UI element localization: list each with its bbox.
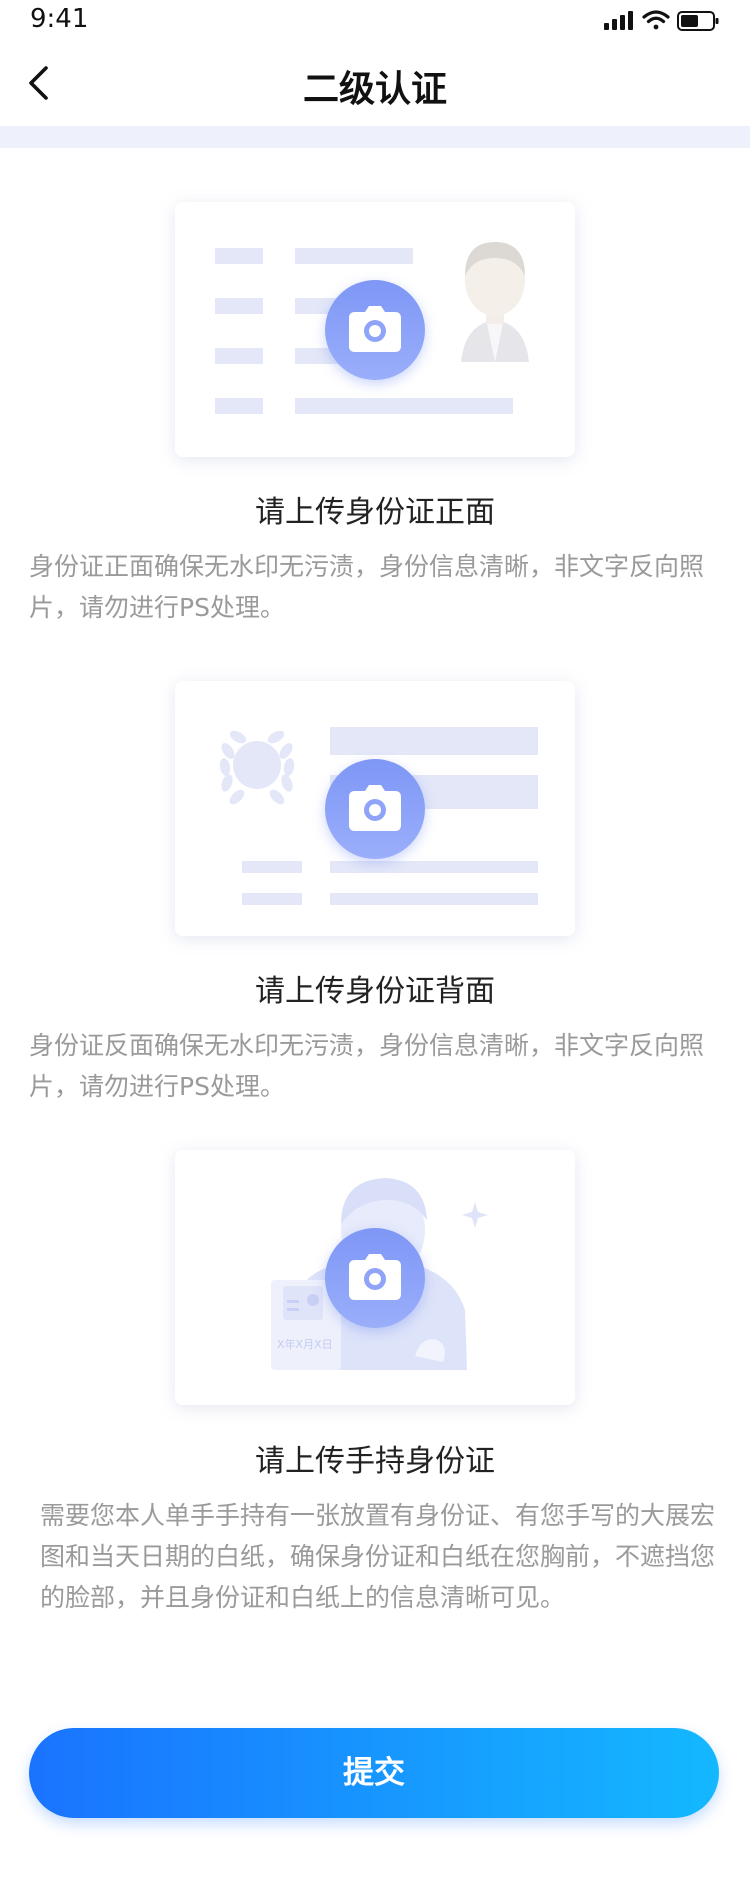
section-desc-handheld: 需要您本人单手手持有一张放置有身份证、有您手写的大展宏图和当天日期的白纸，确保身… bbox=[40, 1501, 716, 1612]
paper-date-note: X年X月X日 bbox=[277, 1337, 333, 1351]
signal-icon bbox=[604, 11, 633, 30]
status-icons bbox=[604, 10, 719, 31]
camera-button-handheld[interactable] bbox=[325, 1228, 425, 1328]
portrait-icon bbox=[461, 242, 529, 362]
nav-bar: 二级认证 bbox=[0, 40, 750, 126]
camera-button-back[interactable] bbox=[325, 759, 425, 859]
header-divider bbox=[0, 126, 750, 148]
section-desc-back: 身份证反面确保无水印无污渍，身份信息清晰，非文字反向照片，请勿进行PS处理。 bbox=[29, 1031, 705, 1101]
camera-button-front[interactable] bbox=[325, 280, 425, 380]
section-title-handheld: 请上传手持身份证 bbox=[255, 1444, 495, 1479]
status-bar: 9:41 bbox=[0, 0, 750, 40]
wifi-icon bbox=[642, 10, 670, 30]
section-desc-front: 身份证正面确保无水印无污渍，身份信息清晰，非文字反向照片，请勿进行PS处理。 bbox=[29, 552, 705, 622]
camera-icon bbox=[349, 785, 401, 831]
camera-icon bbox=[349, 1254, 401, 1300]
section-title-front: 请上传身份证正面 bbox=[255, 495, 495, 530]
camera-icon bbox=[349, 306, 401, 352]
battery-icon bbox=[677, 11, 719, 31]
status-time: 9:41 bbox=[30, 4, 89, 34]
submit-button[interactable]: 提交 bbox=[29, 1728, 719, 1818]
section-title-back: 请上传身份证背面 bbox=[255, 974, 495, 1009]
sparkle-icon bbox=[462, 1202, 488, 1228]
emblem-icon bbox=[219, 730, 295, 805]
page-title: 二级认证 bbox=[302, 69, 447, 110]
